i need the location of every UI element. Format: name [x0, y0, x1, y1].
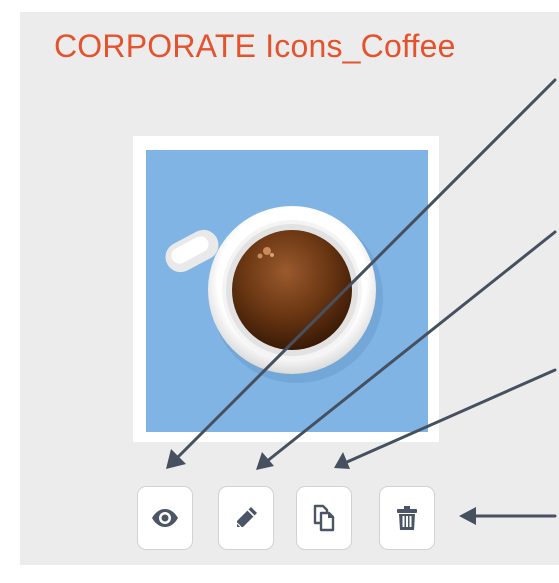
- trash-icon: [396, 505, 418, 531]
- eye-icon: [151, 508, 179, 528]
- asset-thumbnail[interactable]: [146, 150, 428, 432]
- edit-button[interactable]: [218, 486, 274, 550]
- delete-button[interactable]: [379, 486, 435, 550]
- pencil-icon: [233, 505, 259, 531]
- duplicate-button[interactable]: [296, 486, 352, 550]
- view-button[interactable]: [137, 486, 193, 550]
- coffee-cup-icon: [165, 206, 383, 383]
- copy-icon: [310, 503, 338, 533]
- asset-title: CORPORATE Icons_Coffee: [54, 28, 456, 64]
